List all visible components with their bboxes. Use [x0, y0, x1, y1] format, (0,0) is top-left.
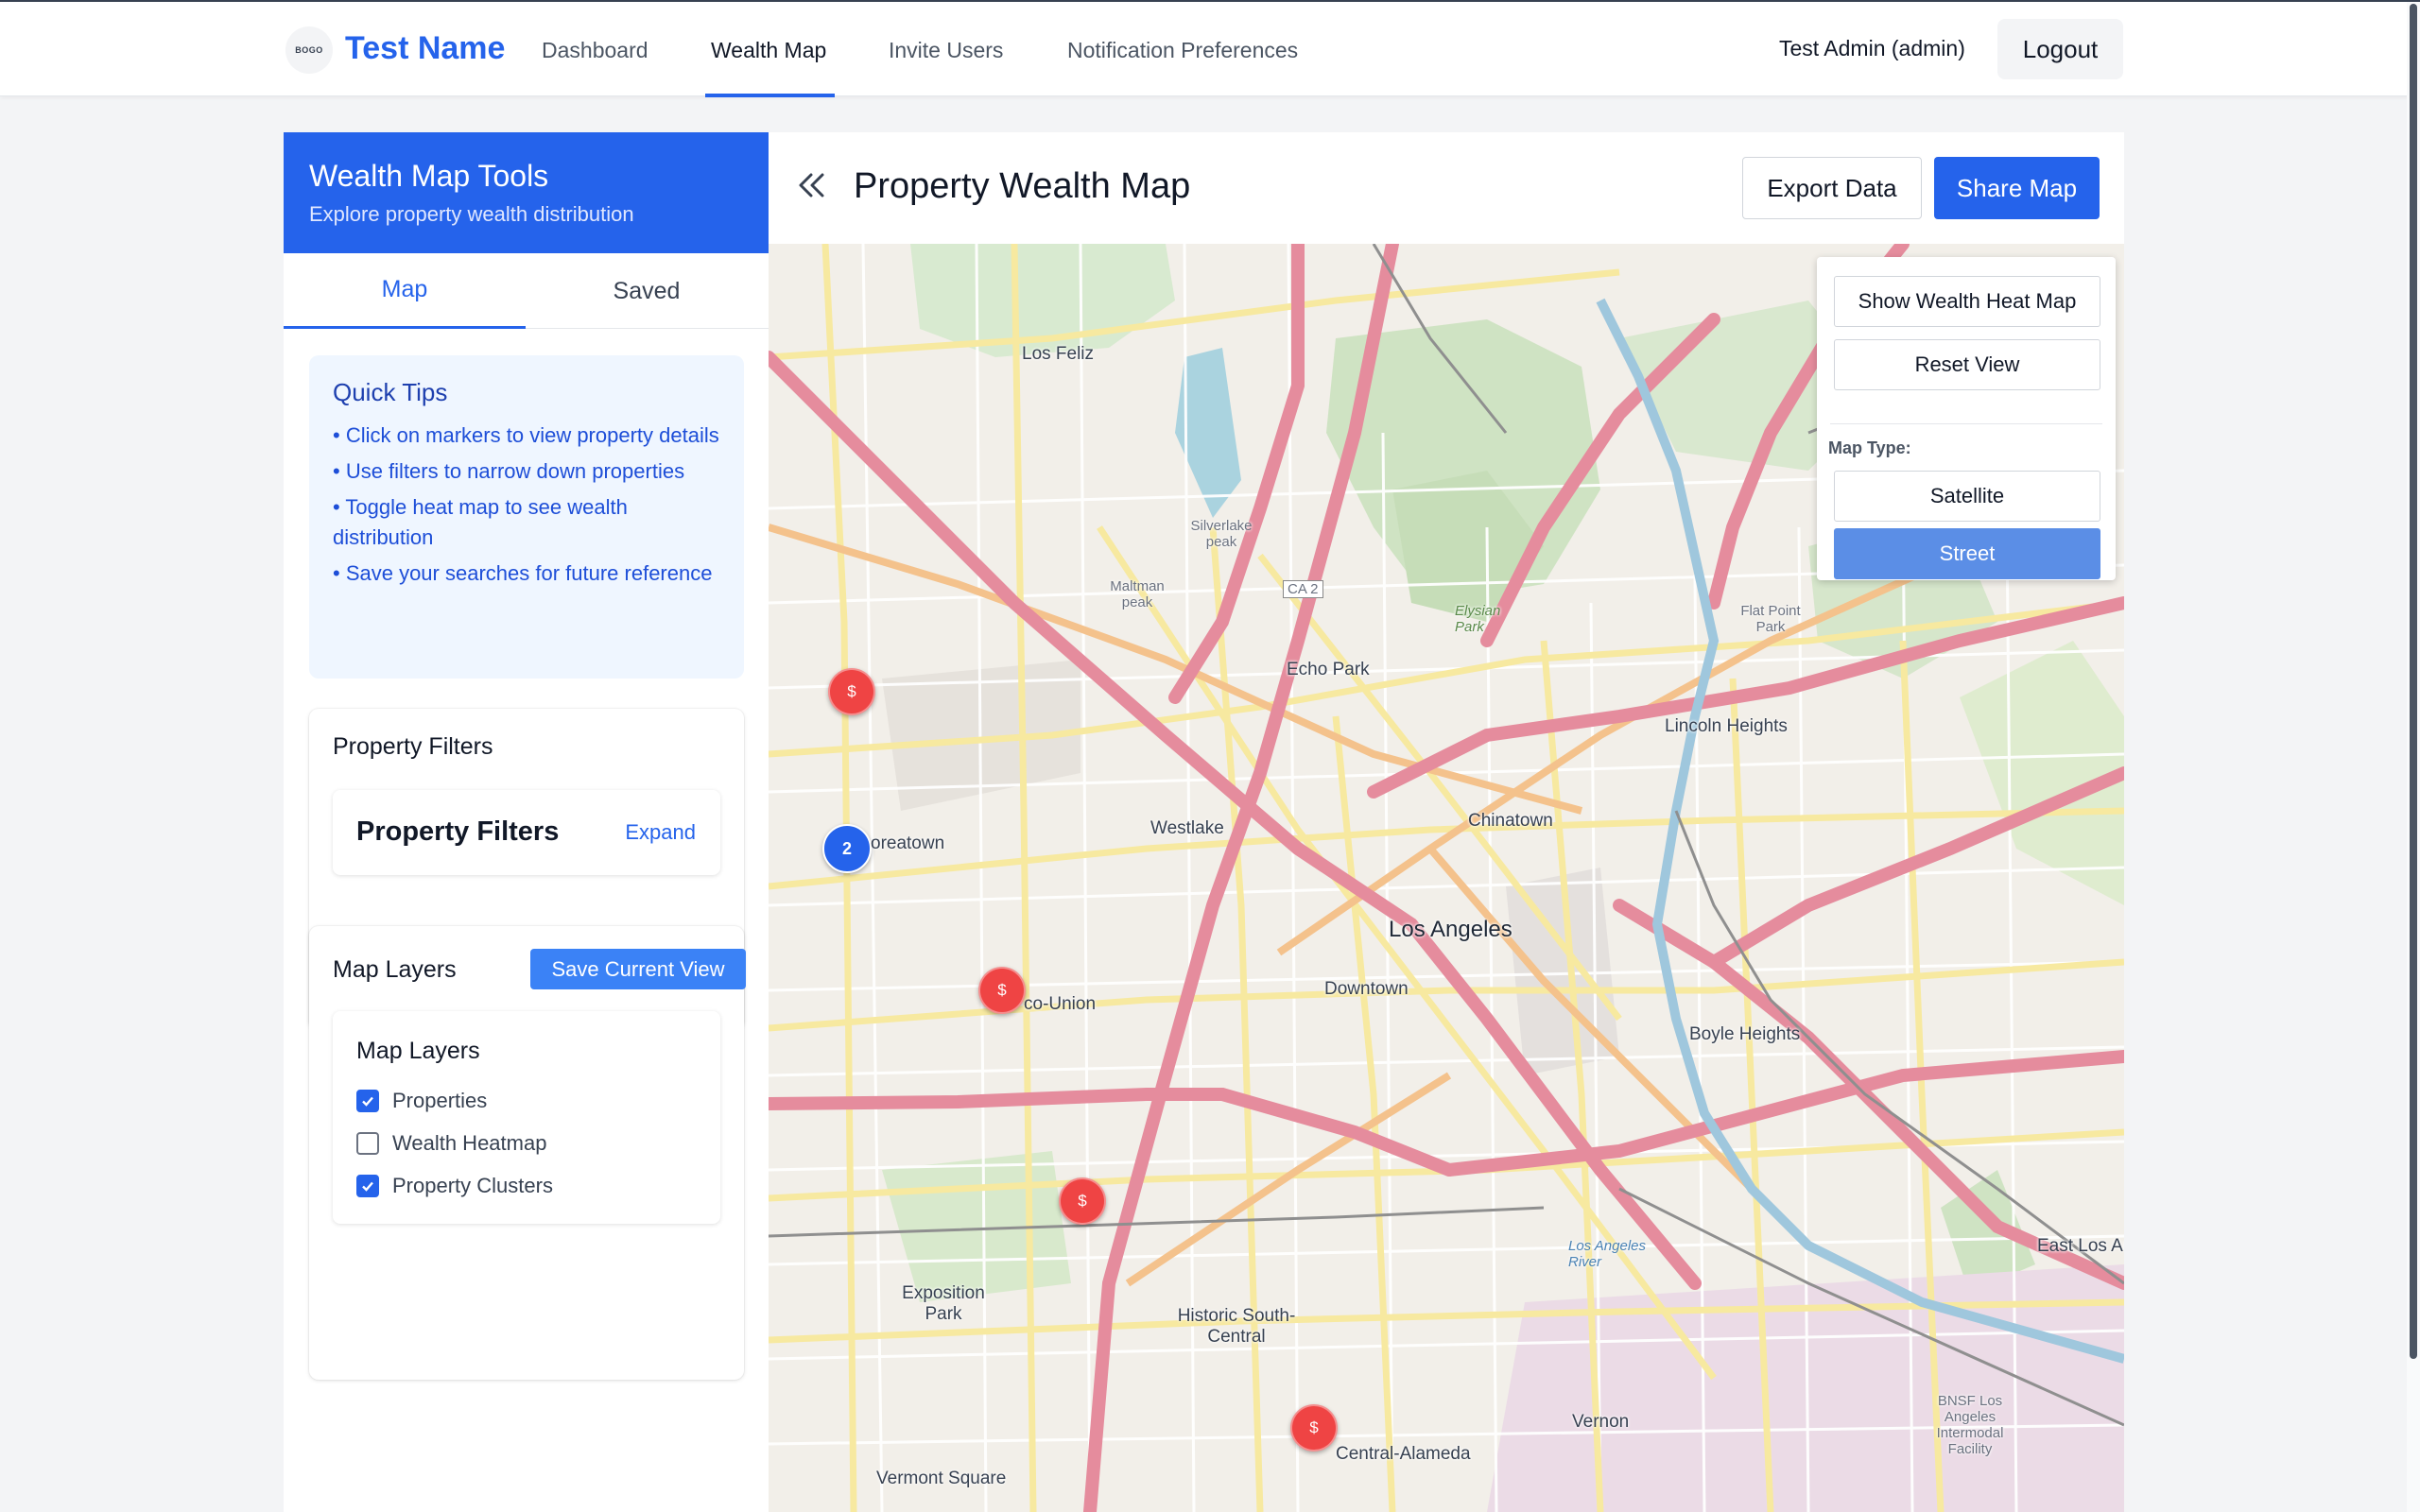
- satellite-map-button[interactable]: Satellite: [1834, 471, 2100, 522]
- layer-wealth-heatmap-row[interactable]: Wealth Heatmap: [356, 1131, 546, 1156]
- map-label-downtown: Downtown: [1324, 979, 1409, 999]
- property-filters-card-title: Property Filters: [333, 733, 493, 760]
- layer-wealth-heatmap-checkbox[interactable]: [356, 1132, 379, 1155]
- controls-divider: [1830, 423, 2102, 424]
- map-controls-panel: Show Wealth Heat Map Reset View Map Type…: [1817, 257, 2116, 580]
- map-label-exposition-park: Exposition Park: [902, 1283, 985, 1324]
- map-label-vermont-square: Vermont Square: [876, 1469, 1007, 1488]
- property-marker[interactable]: $: [978, 967, 1026, 1014]
- check-icon: [362, 1096, 373, 1107]
- layer-property-clusters-checkbox[interactable]: [356, 1175, 379, 1197]
- tip-item: • Use filters to narrow down properties: [333, 459, 685, 483]
- expand-filters-link[interactable]: Expand: [625, 820, 696, 845]
- layer-properties-row[interactable]: Properties: [356, 1089, 487, 1113]
- map-label-westlake: Westlake: [1150, 818, 1224, 838]
- main-header: Property Wealth Map Export Data Share Ma…: [769, 132, 2124, 244]
- brand-name[interactable]: Test Name: [345, 30, 505, 67]
- map-label-silverlake-peak: Silverlake peak: [1190, 518, 1253, 550]
- map-label-pico-union: co-Union: [1024, 994, 1097, 1014]
- map-label-los-angeles: Los Angeles: [1389, 917, 1512, 942]
- map-label-vernon: Vernon: [1572, 1412, 1630, 1432]
- show-wealth-heat-map-button[interactable]: Show Wealth Heat Map: [1834, 276, 2100, 327]
- map-type-label: Map Type:: [1828, 438, 1911, 457]
- property-marker[interactable]: $: [1059, 1177, 1106, 1225]
- map-label-echo-park: Echo Park: [1287, 660, 1370, 679]
- map-label-east-los-angeles: East Los Ange: [2037, 1236, 2124, 1256]
- brand-logo[interactable]: BOGO: [285, 26, 333, 74]
- tip-item: • Save your searches for future referenc…: [333, 561, 713, 585]
- property-marker[interactable]: $: [828, 668, 875, 715]
- sidebar: Wealth Map Tools Explore property wealth…: [284, 132, 769, 1512]
- current-user-label: Test Admin (admin): [1779, 36, 1965, 60]
- nav-link-wealth-map[interactable]: Wealth Map: [711, 38, 826, 63]
- map-label-lincoln-heights: Lincoln Heights: [1665, 716, 1788, 736]
- nav-link-dashboard[interactable]: Dashboard: [542, 38, 648, 63]
- nav-link-invite-users[interactable]: Invite Users: [889, 38, 1003, 63]
- map-label-la-river: Los Angeles River: [1568, 1238, 1647, 1270]
- map-label-maltman-peak: Maltman peak: [1110, 578, 1165, 610]
- map-label-elysian-park: Elysian Park: [1455, 603, 1501, 635]
- tip-item: • Click on markers to view property deta…: [333, 423, 719, 447]
- map-canvas[interactable]: Los Feliz Silverlake peak Maltman peak C…: [769, 244, 2124, 1512]
- sidebar-tabs: Map Saved: [284, 253, 769, 329]
- street-map-button[interactable]: Street: [1834, 528, 2100, 579]
- collapse-sidebar-icon[interactable]: [793, 166, 831, 204]
- map-layers-panel: Map Layers Properties Wealth Heatmap Pro…: [333, 1011, 720, 1224]
- property-filters-title: Property Filters: [356, 816, 560, 847]
- share-map-button[interactable]: Share Map: [1934, 157, 2100, 219]
- map-label-ca2: CA 2: [1283, 580, 1323, 598]
- map-label-chinatown: Chinatown: [1468, 811, 1553, 831]
- property-filters-panel: Property Filters Expand: [333, 790, 720, 875]
- map-label-los-feliz: Los Feliz: [1022, 344, 1095, 364]
- logout-button[interactable]: Logout: [1997, 19, 2123, 79]
- layer-property-clusters-row[interactable]: Property Clusters: [356, 1174, 553, 1198]
- map-label-central-alameda: Central-Alameda: [1336, 1444, 1471, 1464]
- page-scrollbar-thumb[interactable]: [2410, 4, 2417, 1359]
- tab-map[interactable]: Map: [284, 253, 526, 329]
- top-navbar: BOGO Test Name Dashboard Wealth Map Invi…: [0, 0, 2420, 97]
- map-label-flat-point-park: Flat Point Park: [1740, 603, 1801, 635]
- map-label-bnsf: BNSF Los Angeles Intermodal Facility: [1936, 1393, 2004, 1457]
- layer-wealth-heatmap-label: Wealth Heatmap: [392, 1131, 547, 1155]
- layer-properties-checkbox[interactable]: [356, 1090, 379, 1112]
- export-data-button[interactable]: Export Data: [1742, 157, 1922, 219]
- sidebar-header: Wealth Map Tools Explore property wealth…: [284, 132, 769, 253]
- map-label-boyle-heights: Boyle Heights: [1689, 1024, 1801, 1044]
- map-label-koreatown: oreatown: [871, 833, 945, 853]
- map-layers-card-title: Map Layers: [333, 956, 457, 983]
- nav-link-notification-preferences[interactable]: Notification Preferences: [1067, 38, 1298, 63]
- tab-saved[interactable]: Saved: [526, 253, 768, 329]
- map-layers-card: Map Layers Save Current View Map Layers …: [309, 926, 746, 1380]
- quick-tips-title: Quick Tips: [333, 378, 448, 406]
- layer-properties-label: Properties: [392, 1089, 488, 1112]
- sidebar-subtitle: Explore property wealth distribution: [309, 202, 634, 226]
- sidebar-title: Wealth Map Tools: [309, 159, 549, 193]
- page-title: Property Wealth Map: [854, 166, 1191, 206]
- layer-property-clusters-label: Property Clusters: [392, 1174, 553, 1197]
- save-current-view-button[interactable]: Save Current View: [530, 949, 746, 989]
- reset-view-button[interactable]: Reset View: [1834, 339, 2100, 390]
- active-nav-indicator: [705, 94, 835, 97]
- map-label-historic-south-central: Historic South-Central: [1177, 1306, 1296, 1347]
- property-cluster-marker[interactable]: 2: [822, 824, 872, 873]
- quick-tips-panel: Quick Tips • Click on markers to view pr…: [309, 355, 744, 679]
- tip-item: • Toggle heat map to see wealth distribu…: [333, 495, 628, 549]
- main-panel: Property Wealth Map Export Data Share Ma…: [769, 132, 2124, 1512]
- check-icon: [362, 1181, 373, 1192]
- property-marker[interactable]: $: [1290, 1404, 1338, 1452]
- map-layers-title: Map Layers: [356, 1038, 480, 1064]
